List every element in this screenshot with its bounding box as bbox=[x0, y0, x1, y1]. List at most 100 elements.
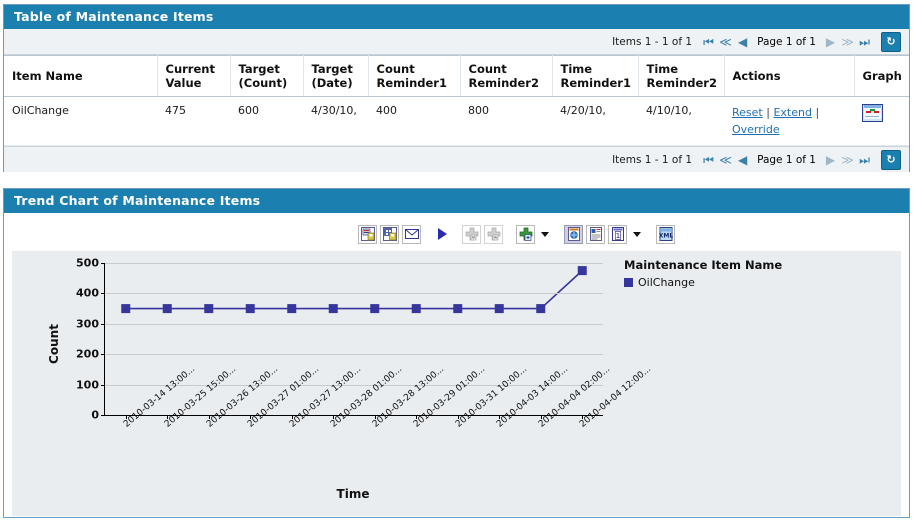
chart-x-axis-label: Time bbox=[336, 487, 370, 501]
chart-data-point bbox=[204, 304, 214, 314]
table-pager-top: Items 1 - 1 of 1 ⏮ ≪ ◀ Page 1 of 1 ▶ ≫ ⏭… bbox=[4, 29, 909, 55]
y-tick-label: 200 bbox=[76, 347, 99, 361]
chart-data-point bbox=[162, 304, 172, 314]
action-separator-1: | bbox=[766, 106, 770, 119]
action-separator-2: | bbox=[815, 106, 820, 119]
table-of-maintenance-items-panel: Table of Maintenance Items Items 1 - 1 o… bbox=[3, 4, 910, 172]
y-tick-label: 500 bbox=[76, 256, 99, 270]
cell-target-date: 4/30/10, bbox=[303, 96, 368, 146]
cell-current-value: 475 bbox=[157, 96, 230, 146]
cell-target-count: 600 bbox=[230, 96, 303, 146]
y-tick-mark bbox=[101, 384, 105, 386]
export-table-icon[interactable]: 1 bbox=[608, 224, 627, 244]
previous-page-icon[interactable]: ◀ bbox=[734, 33, 751, 50]
save-icon[interactable] bbox=[358, 224, 377, 244]
chart-data-point bbox=[245, 304, 255, 314]
column-header-actions: Actions bbox=[724, 55, 855, 97]
y-tick-mark bbox=[101, 293, 105, 295]
collapse-all-icon bbox=[462, 224, 481, 244]
export-table-dropdown-icon[interactable] bbox=[630, 225, 643, 244]
trend-chart-panel: Trend Chart of Maintenance Items 1 XML C… bbox=[3, 188, 910, 518]
y-tick-label: 0 bbox=[91, 408, 99, 422]
run-icon[interactable] bbox=[434, 225, 449, 244]
chart-panel-title: Trend Chart of Maintenance Items bbox=[4, 189, 909, 213]
column-header-target-count[interactable]: Target (Count) bbox=[230, 55, 304, 97]
line-graph-icon[interactable] bbox=[862, 104, 883, 122]
legend-item: OilChange bbox=[624, 276, 814, 289]
legend-swatch-icon bbox=[624, 278, 633, 287]
action-override-link[interactable]: Override bbox=[732, 123, 780, 136]
expand-all-icon bbox=[484, 224, 503, 244]
column-header-time-reminder1[interactable]: Time Reminder1 bbox=[552, 55, 639, 97]
last-page-icon[interactable]: ⏭ bbox=[856, 33, 873, 50]
next-page-icon-bottom[interactable]: ▶ bbox=[822, 151, 839, 168]
chart-data-point bbox=[287, 304, 297, 314]
add-chart-icon[interactable] bbox=[516, 224, 535, 244]
previous-page-icon-bottom[interactable]: ◀ bbox=[734, 151, 751, 168]
trend-chart: Count 0 100 200 300 400 500 2010-03-14 13:00..… bbox=[12, 251, 901, 516]
y-tick-mark bbox=[101, 354, 105, 356]
chart-data-point bbox=[370, 304, 380, 314]
cell-count-reminder2: 800 bbox=[460, 96, 552, 146]
chart-gridline bbox=[105, 323, 603, 325]
chart-series-line bbox=[121, 266, 587, 314]
save-as-icon[interactable] bbox=[380, 224, 399, 244]
table-header-row: Item Name Current Value Target (Count) T… bbox=[4, 55, 909, 97]
email-icon[interactable] bbox=[402, 224, 421, 244]
chart-data-point bbox=[577, 266, 587, 276]
cell-count-reminder1: 400 bbox=[368, 96, 460, 146]
y-tick-mark bbox=[101, 323, 105, 325]
pager-items-count: Items 1 - 1 of 1 bbox=[612, 35, 693, 48]
next-fast-icon[interactable]: ≫ bbox=[839, 33, 856, 50]
export-xml-icon[interactable]: XML bbox=[656, 224, 675, 244]
column-header-count-reminder2[interactable]: Count Reminder2 bbox=[460, 55, 553, 97]
chart-y-axis-label: Count bbox=[46, 324, 61, 364]
refresh-icon-bottom[interactable]: ↻ bbox=[881, 149, 901, 170]
y-tick-label: 100 bbox=[76, 378, 99, 392]
table-panel-title: Table of Maintenance Items bbox=[4, 5, 909, 29]
chart-data-point bbox=[411, 304, 421, 314]
legend-title: Maintenance Item Name bbox=[624, 258, 783, 272]
refresh-icon[interactable]: ↻ bbox=[881, 31, 901, 52]
y-tick-label: 300 bbox=[76, 317, 99, 331]
y-tick-mark bbox=[101, 415, 105, 416]
export-report-icon[interactable] bbox=[586, 224, 605, 244]
column-header-count-reminder1[interactable]: Count Reminder1 bbox=[368, 55, 461, 97]
pager-items-count-bottom: Items 1 - 1 of 1 bbox=[612, 153, 693, 166]
column-header-item-name[interactable]: Item Name bbox=[4, 55, 158, 97]
first-page-icon-bottom[interactable]: ⏮ bbox=[700, 151, 717, 168]
cell-item-name: OilChange bbox=[4, 96, 157, 146]
y-tick-label: 400 bbox=[76, 286, 99, 300]
action-reset-link[interactable]: Reset bbox=[732, 106, 763, 119]
pager-page-text-bottom: Page 1 of 1 bbox=[757, 153, 816, 166]
last-page-icon-bottom[interactable]: ⏭ bbox=[856, 151, 873, 168]
chart-data-point bbox=[328, 304, 338, 314]
cell-time-reminder2: 4/10/10, bbox=[638, 96, 724, 146]
first-page-icon[interactable]: ⏮ bbox=[700, 33, 717, 50]
chart-gridline bbox=[105, 263, 603, 264]
cell-actions: Reset | Extend | Override bbox=[724, 96, 854, 146]
table-pager-bottom: Items 1 - 1 of 1 ⏮ ≪ ◀ Page 1 of 1 ▶ ≫ ⏭… bbox=[4, 146, 909, 172]
chart-data-point bbox=[536, 304, 546, 314]
chart-legend: Maintenance Item Name OilChange bbox=[624, 258, 814, 289]
column-header-current-value[interactable]: Current Value bbox=[157, 55, 231, 97]
cell-graph bbox=[854, 96, 909, 146]
previous-fast-icon[interactable]: ≪ bbox=[717, 33, 734, 50]
export-html-icon[interactable] bbox=[564, 224, 583, 244]
cell-time-reminder1: 4/20/10, bbox=[552, 96, 638, 146]
svg-text:1: 1 bbox=[615, 232, 619, 240]
column-header-graph: Graph bbox=[854, 55, 909, 97]
action-extend-link[interactable]: Extend bbox=[773, 106, 812, 119]
maintenance-items-table: Item Name Current Value Target (Count) T… bbox=[4, 55, 909, 146]
add-chart-dropdown-icon[interactable] bbox=[538, 225, 551, 244]
next-page-icon[interactable]: ▶ bbox=[822, 33, 839, 50]
chart-data-point bbox=[494, 304, 504, 314]
next-fast-icon-bottom[interactable]: ≫ bbox=[839, 151, 856, 168]
column-header-time-reminder2[interactable]: Time Reminder2 bbox=[638, 55, 725, 97]
previous-fast-icon-bottom[interactable]: ≪ bbox=[717, 151, 734, 168]
chart-gridline bbox=[105, 293, 603, 295]
chart-gridline bbox=[105, 354, 603, 356]
chart-data-point bbox=[121, 304, 131, 314]
maintenance-items-table-wrap: Item Name Current Value Target (Count) T… bbox=[4, 55, 909, 146]
column-header-target-date[interactable]: Target (Date) bbox=[303, 55, 369, 97]
